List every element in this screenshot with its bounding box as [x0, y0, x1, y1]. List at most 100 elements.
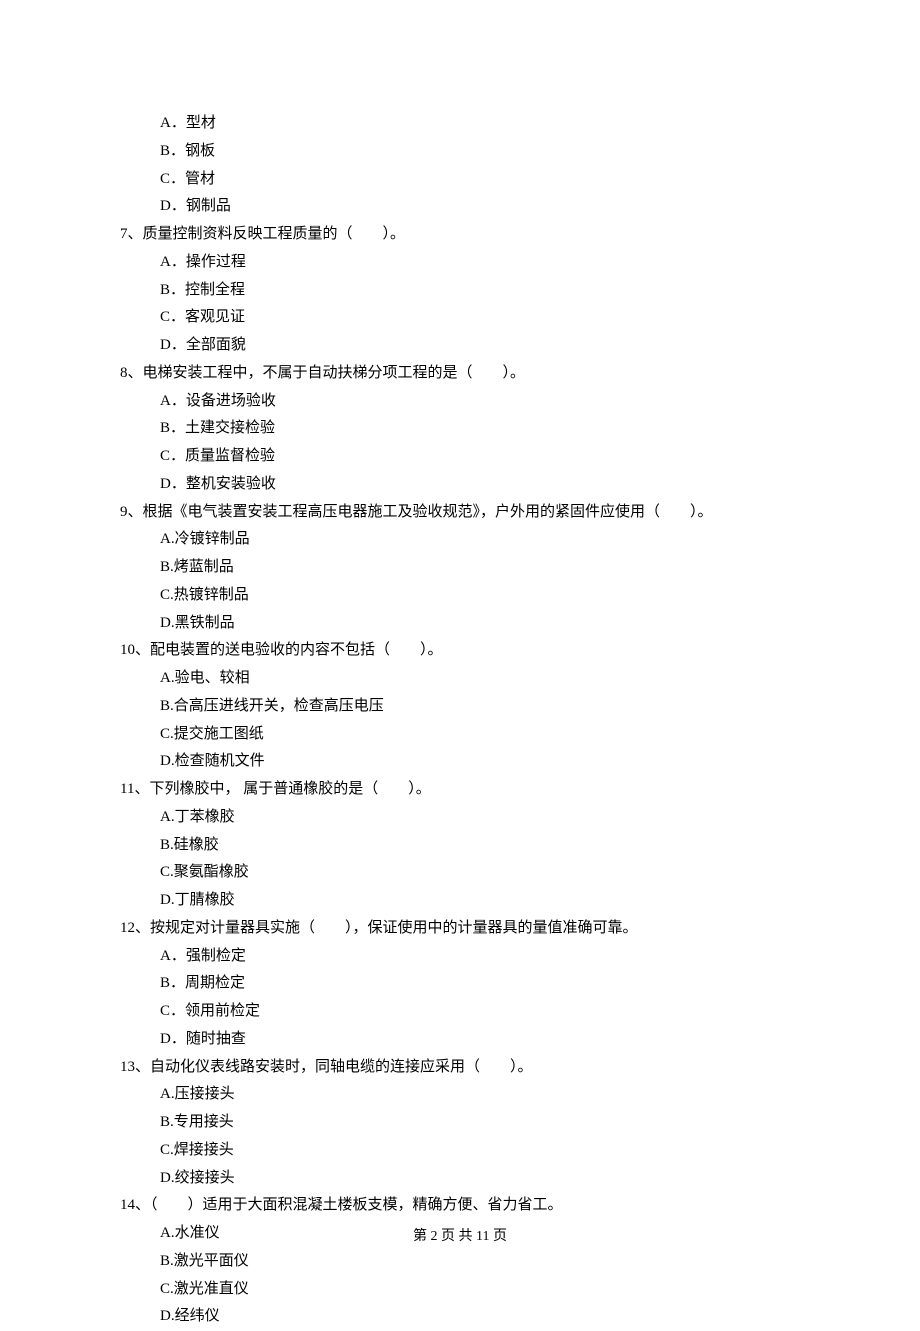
option-text: 强制检定: [186, 948, 246, 964]
option-text: 操作过程: [186, 254, 246, 270]
question-number: 13、: [120, 1059, 150, 1075]
option-letter: C．: [160, 309, 185, 325]
option-text: 激光平面仪: [174, 1253, 249, 1269]
option-letter: D.: [160, 1308, 175, 1324]
question-number: 9、: [120, 504, 143, 520]
option-row: B.合高压进线开关，检查高压电压: [120, 693, 800, 721]
option-text: 绞接接头: [175, 1170, 235, 1186]
option-row: A．强制检定: [120, 943, 800, 971]
option-text: 钢制品: [186, 198, 231, 214]
stem-post: ）适用于大面积混凝土楼板支模，精确方便、省力省工。: [188, 1197, 563, 1213]
option-letter: C.: [160, 726, 174, 742]
option-text: 控制全程: [185, 282, 245, 298]
option-text: 热镀锌制品: [174, 587, 249, 603]
option-text: 黑铁制品: [175, 615, 235, 631]
option-row: A．设备进场验收: [120, 388, 800, 416]
option-text: 客观见证: [185, 309, 245, 325]
option-text: 质量监督检验: [185, 448, 275, 464]
option-letter: A．: [160, 948, 186, 964]
question-6-options-continued: A．型材 B．钢板 C．管材 D．钢制品: [120, 110, 800, 221]
option-text: 烤蓝制品: [174, 559, 234, 575]
option-text: 钢板: [185, 143, 215, 159]
option-text: 全部面貌: [186, 337, 246, 353]
option-text: 管材: [185, 171, 215, 187]
option-row: B.专用接头: [120, 1109, 800, 1137]
option-row: C．领用前检定: [120, 998, 800, 1026]
question-number: 11、: [120, 781, 149, 797]
option-letter: B．: [160, 143, 185, 159]
stem-post: ）。: [408, 781, 431, 797]
option-letter: D．: [160, 198, 186, 214]
option-letter: A．: [160, 115, 186, 131]
option-text: 验电、较相: [175, 670, 250, 686]
option-row: C.聚氨酯橡胶: [120, 859, 800, 887]
question-10: 10、配电装置的送电验收的内容不包括（ ）。 A.验电、较相 B.合高压进线开关…: [120, 637, 800, 776]
option-letter: A.: [160, 1086, 175, 1102]
option-row: D.丁腈橡胶: [120, 887, 800, 915]
option-letter: D．: [160, 1031, 186, 1047]
page-number: 第 2 页 共 11 页: [413, 1229, 507, 1244]
option-row: A.验电、较相: [120, 665, 800, 693]
option-letter: C.: [160, 1281, 174, 1297]
option-letter: A.: [160, 531, 175, 547]
blank: [315, 920, 345, 936]
stem-pre: 根据《电气装置安装工程高压电器施工及验收规范》，户外用的紧固件应使用（: [143, 504, 661, 520]
option-row: C.激光准直仪: [120, 1276, 800, 1304]
option-text: 提交施工图纸: [174, 726, 264, 742]
stem-pre: 按规定对计量器具实施（: [150, 920, 315, 936]
option-text: 设备进场验收: [186, 393, 276, 409]
option-letter: B．: [160, 282, 185, 298]
option-row: B．土建交接检验: [120, 415, 800, 443]
option-letter: B．: [160, 420, 185, 436]
blank: [390, 642, 420, 658]
stem-pre: （: [150, 1197, 158, 1213]
question-stem: 7、质量控制资料反映工程质量的（ ）。: [120, 221, 800, 249]
option-row: A．操作过程: [120, 249, 800, 277]
question-number: 8、: [120, 365, 143, 381]
option-text: 专用接头: [174, 1114, 234, 1130]
option-letter: D.: [160, 1170, 175, 1186]
option-row: A.丁苯橡胶: [120, 804, 800, 832]
option-letter: D．: [160, 337, 186, 353]
question-stem: 9、根据《电气装置安装工程高压电器施工及验收规范》，户外用的紧固件应使用（ ）。: [120, 499, 800, 527]
option-row: C.焊接接头: [120, 1137, 800, 1165]
stem-post: ）。: [503, 365, 526, 381]
blank: [378, 781, 408, 797]
option-row: B.烤蓝制品: [120, 554, 800, 582]
option-text: 领用前检定: [185, 1003, 260, 1019]
option-letter: C．: [160, 171, 185, 187]
option-text: 整机安装验收: [186, 476, 276, 492]
blank: [353, 226, 383, 242]
question-stem: 14、（ ）适用于大面积混凝土楼板支模，精确方便、省力省工。: [120, 1192, 800, 1220]
blank: [660, 504, 690, 520]
option-text: 丁苯橡胶: [175, 809, 235, 825]
option-letter: D.: [160, 615, 175, 631]
option-row: D.黑铁制品: [120, 610, 800, 638]
question-stem: 11、下列橡胶中， 属于普通橡胶的是（ ）。: [120, 776, 800, 804]
option-letter: B.: [160, 559, 174, 575]
option-row: A．型材: [120, 110, 800, 138]
option-text: 周期检定: [185, 975, 245, 991]
option-row: B．钢板: [120, 138, 800, 166]
option-text: 焊接接头: [174, 1142, 234, 1158]
question-12: 12、按规定对计量器具实施（ ），保证使用中的计量器具的量值准确可靠。 A．强制…: [120, 915, 800, 1054]
blank: [480, 1059, 510, 1075]
option-row: B.硅橡胶: [120, 832, 800, 860]
question-7: 7、质量控制资料反映工程质量的（ ）。 A．操作过程 B．控制全程 C．客观见证…: [120, 221, 800, 360]
question-number: 7、: [120, 226, 143, 242]
option-text: 丁腈橡胶: [175, 892, 235, 908]
stem-pre: 下列橡胶中， 属于普通橡胶的是（: [149, 781, 378, 797]
question-9: 9、根据《电气装置安装工程高压电器施工及验收规范》，户外用的紧固件应使用（ ）。…: [120, 499, 800, 638]
stem-post: ）。: [383, 226, 406, 242]
option-letter: B.: [160, 698, 174, 714]
option-letter: D.: [160, 753, 175, 769]
option-row: C.热镀锌制品: [120, 582, 800, 610]
option-row: A.冷镀锌制品: [120, 526, 800, 554]
question-number: 10、: [120, 642, 150, 658]
question-14: 14、（ ）适用于大面积混凝土楼板支模，精确方便、省力省工。 A.水准仪 B.激…: [120, 1192, 800, 1331]
stem-post: ）。: [510, 1059, 533, 1075]
option-letter: B．: [160, 975, 185, 991]
question-number: 12、: [120, 920, 150, 936]
stem-pre: 配电装置的送电验收的内容不包括（: [150, 642, 390, 658]
option-text: 冷镀锌制品: [175, 531, 250, 547]
